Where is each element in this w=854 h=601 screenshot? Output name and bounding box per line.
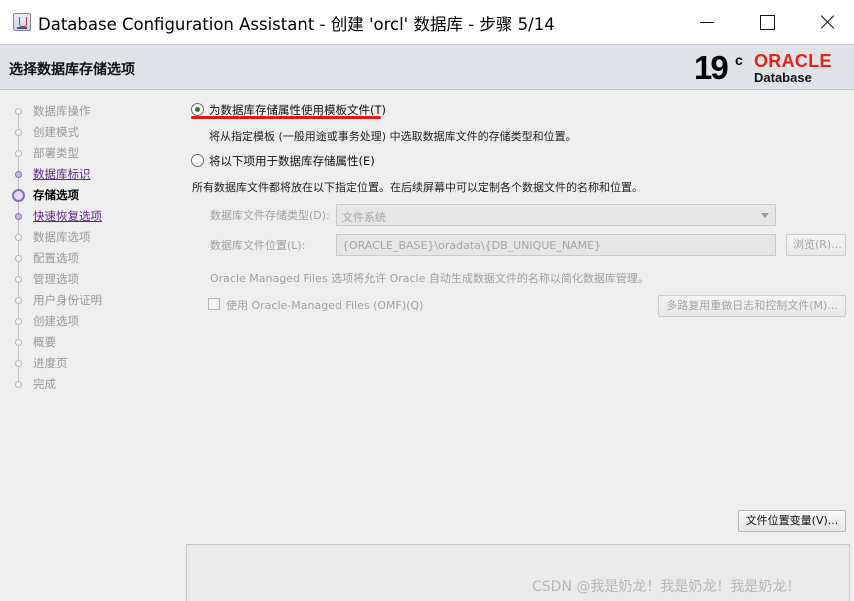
step-label: 数据库操作 xyxy=(33,104,91,118)
step-item: 部署类型 xyxy=(0,143,180,163)
red-underline-annotation xyxy=(191,116,381,119)
custom-storage-label[interactable]: 将以下项用于数据库存储属性(E) xyxy=(209,153,375,169)
logo-product: Database xyxy=(754,70,812,85)
watermark-text: CSDN @我是奶龙！我是奶龙！我是奶龙！ xyxy=(532,579,801,595)
step-indicator-icon xyxy=(15,360,22,367)
step-item: 配置选项 xyxy=(0,248,180,268)
step-label: 创建模式 xyxy=(33,125,79,139)
java-app-icon xyxy=(13,13,31,31)
step-label: 配置选项 xyxy=(33,251,79,265)
page-header: 选择数据库存储选项 19 c ORACLE Database xyxy=(0,44,854,90)
step-item: 完成 xyxy=(0,374,180,394)
step-item: 数据库操作 xyxy=(0,101,180,121)
custom-storage-description: 所有数据库文件都将放在以下指定位置。在后续屏幕中可以定制各个数据文件的名称和位置… xyxy=(192,181,643,194)
step-item[interactable]: 数据库标识 xyxy=(0,164,180,184)
step-label[interactable]: 数据库标识 xyxy=(33,166,91,182)
close-button[interactable] xyxy=(818,12,838,32)
step-item: 创建选项 xyxy=(0,311,180,331)
step-item: 用户身份证明 xyxy=(0,290,180,310)
storage-type-value: 文件系统 xyxy=(342,211,386,224)
omf-note: Oracle Managed Files 选项将允许 Oracle 自动生成数据… xyxy=(210,272,649,285)
minimize-button[interactable] xyxy=(697,12,717,32)
window-titlebar: Database Configuration Assistant - 创建 'o… xyxy=(0,0,854,44)
step-indicator-icon xyxy=(15,213,22,220)
page-title: 选择数据库存储选项 xyxy=(9,62,135,78)
file-location-label: 数据库文件位置(L): xyxy=(210,239,306,252)
chevron-down-icon xyxy=(761,213,769,218)
window-title: Database Configuration Assistant - 创建 'o… xyxy=(38,15,555,34)
storage-type-select[interactable]: 文件系统 xyxy=(336,204,776,226)
step-indicator-icon xyxy=(15,276,22,283)
step-label: 管理选项 xyxy=(33,272,79,286)
step-indicator-icon xyxy=(15,171,22,178)
step-item: 数据库选项 xyxy=(0,227,180,247)
steps-sidebar: 数据库操作创建模式部署类型数据库标识存储选项快速恢复选项 数据库选项配置选项管理选… xyxy=(0,90,180,601)
step-indicator-icon xyxy=(15,150,22,157)
wizard-body: 数据库操作创建模式部署类型数据库标识存储选项快速恢复选项 数据库选项配置选项管理选… xyxy=(0,90,854,601)
step-indicator-icon xyxy=(15,108,22,115)
step-label: 完成 xyxy=(33,377,56,391)
file-location-value: {ORACLE_BASE}\oradata\{DB_UNIQUE_NAME} xyxy=(342,239,602,252)
maximize-button[interactable] xyxy=(757,12,777,32)
template-storage-description: 将从指定模板 (一般用途或事务处理) 中选取数据库文件的存储类型和位置。 xyxy=(209,130,577,143)
step-indicator-icon xyxy=(15,318,22,325)
step-label: 进度页 xyxy=(33,356,68,370)
step-item: 存储选项 xyxy=(0,185,180,205)
step-indicator-icon xyxy=(15,129,22,136)
storage-type-label: 数据库文件存储类型(D): xyxy=(210,209,330,222)
step-indicator-icon xyxy=(15,234,22,241)
file-location-input[interactable]: {ORACLE_BASE}\oradata\{DB_UNIQUE_NAME} xyxy=(336,234,776,256)
step-item: 进度页 xyxy=(0,353,180,373)
file-location-variables-button[interactable]: 文件位置变量(V)... xyxy=(738,510,846,532)
step-label: 部署类型 xyxy=(33,146,79,160)
template-storage-radio[interactable] xyxy=(191,103,204,116)
step-item: 概要 xyxy=(0,332,180,352)
logo-version: 19 xyxy=(694,49,729,86)
oracle-logo: ORACLE xyxy=(754,51,832,71)
step-indicator-icon xyxy=(15,339,22,346)
step-item: 管理选项 xyxy=(0,269,180,289)
storage-options-panel: 为数据库存储属性使用模板文件(T) 将从指定模板 (一般用途或事务处理) 中选取… xyxy=(180,90,854,601)
logo-version-suffix: c xyxy=(735,52,743,68)
step-indicator-icon xyxy=(15,255,22,262)
step-indicator-icon xyxy=(15,297,22,304)
step-indicator-icon xyxy=(15,381,22,388)
step-label: 概要 xyxy=(33,335,56,349)
browse-button[interactable]: 浏览(R)... xyxy=(786,234,846,256)
step-label: 存储选项 xyxy=(33,188,79,202)
omf-checkbox-label[interactable]: 使用 Oracle-Managed Files (OMF)(Q) xyxy=(226,297,423,313)
step-item: 创建模式 xyxy=(0,122,180,142)
omf-checkbox[interactable] xyxy=(208,298,220,310)
step-label: 用户身份证明 xyxy=(33,293,102,307)
custom-storage-radio[interactable] xyxy=(191,154,204,167)
step-label: 数据库选项 xyxy=(33,230,91,244)
multiplex-redo-logs-button[interactable]: 多路复用重做日志和控制文件(M)... xyxy=(658,295,846,317)
step-label[interactable]: 快速恢复选项 xyxy=(33,208,102,224)
step-indicator-icon xyxy=(12,189,25,202)
step-label: 创建选项 xyxy=(33,314,79,328)
step-item[interactable]: 快速恢复选项 xyxy=(0,206,180,226)
